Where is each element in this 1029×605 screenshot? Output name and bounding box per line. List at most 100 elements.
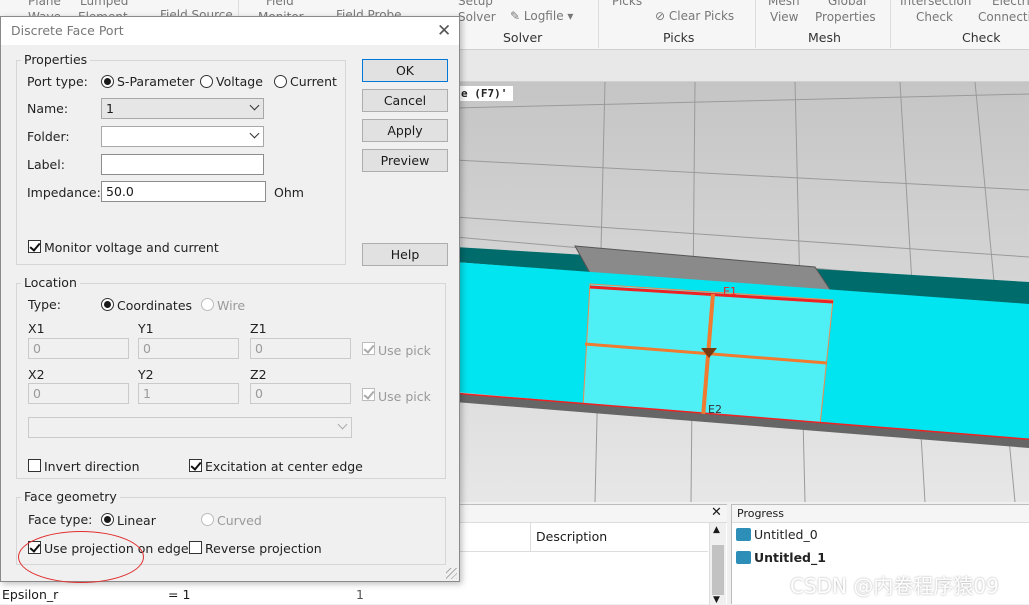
x1-label: X1 — [28, 321, 45, 336]
progress-titlebar: Progress — [732, 505, 1029, 523]
progress-title: Progress — [737, 507, 784, 520]
ribbon-view-label: View — [770, 10, 799, 24]
param-row-expression[interactable]: = 1 — [168, 587, 190, 602]
ribbon-field-monitor[interactable]: Field — [266, 0, 294, 8]
face-type-linear-label[interactable]: Linear — [117, 513, 156, 528]
label-input[interactable] — [101, 154, 264, 175]
ribbon-solver-label: Solver — [458, 10, 496, 24]
ribbon-setup-solver[interactable]: Setup — [458, 0, 493, 8]
reverse-projection-checkbox[interactable] — [189, 541, 202, 554]
port-type-sparameter-label[interactable]: S-Parameter — [117, 74, 194, 89]
use-pick-2-checkbox[interactable] — [362, 388, 375, 401]
x2-input[interactable]: 0 — [28, 383, 129, 404]
port-type-voltage-radio[interactable] — [200, 75, 213, 88]
use-pick-1-checkbox[interactable] — [362, 342, 375, 355]
z2-input[interactable]: 0 — [250, 383, 351, 404]
viewport-hint: e (F7)' — [455, 86, 514, 101]
ribbon-logfile[interactable]: ✎ Logfile ▾ — [510, 9, 573, 23]
y2-input[interactable]: 1 — [138, 383, 239, 404]
ribbon-group-picks: Picks — [663, 30, 695, 45]
annotation-circle — [18, 531, 144, 583]
port-type-current-radio[interactable] — [274, 75, 287, 88]
invert-direction-label[interactable]: Invert direction — [44, 459, 140, 474]
folder-combobox[interactable] — [101, 126, 264, 147]
ribbon-plane-wave[interactable]: Plane — [28, 0, 61, 8]
edge-label-e2: E2 — [708, 403, 722, 416]
face-type-linear-radio[interactable] — [101, 513, 114, 526]
progress-item-active[interactable]: Untitled_1 — [736, 550, 826, 565]
use-pick-2-label: Use pick — [378, 389, 431, 404]
param-row-value: 1 — [356, 587, 364, 602]
location-coordinates-radio[interactable] — [101, 298, 114, 311]
impedance-input[interactable]: 50.0 — [101, 181, 266, 202]
port-type-sparameter-radio[interactable] — [101, 75, 114, 88]
port-type-current-label[interactable]: Current — [290, 74, 337, 89]
description-column-header[interactable]: Description — [536, 529, 607, 544]
resize-grip-icon[interactable] — [446, 568, 457, 579]
chevron-down-icon — [249, 128, 260, 139]
ribbon-clear-picks[interactable]: ⊘ Clear Picks — [655, 9, 734, 23]
param-scrollbar[interactable]: ▲ ▼ — [709, 523, 726, 605]
logfile-icon: ✎ — [510, 9, 524, 23]
ribbon-mesh-view[interactable]: Mesh — [768, 0, 800, 8]
impedance-unit: Ohm — [274, 185, 304, 200]
label-label: Label: — [27, 157, 65, 172]
y1-label: Y1 — [138, 321, 154, 336]
dialog-title: Discrete Face Port — [11, 23, 124, 38]
ribbon-intersection-check[interactable]: Intersection — [900, 0, 971, 8]
scroll-thumb[interactable] — [712, 545, 724, 595]
location-wire-label: Wire — [217, 298, 246, 313]
monitor-voltage-checkbox[interactable] — [28, 240, 41, 253]
location-wire-radio[interactable] — [201, 298, 214, 311]
pick-list-combobox[interactable] — [28, 417, 352, 438]
face-geometry-group-title: Face geometry — [21, 489, 120, 504]
ribbon-connectivity-label: Connectivity — [978, 10, 1029, 24]
use-pick-1-label: Use pick — [378, 343, 431, 358]
monitor-voltage-label[interactable]: Monitor voltage and current — [44, 240, 219, 255]
param-row-name[interactable]: Epsilon_r — [2, 587, 58, 602]
clear-picks-icon: ⊘ — [655, 9, 669, 23]
face-type-curved-radio[interactable] — [201, 513, 214, 526]
location-coordinates-label[interactable]: Coordinates — [117, 298, 192, 313]
z1-label: Z1 — [250, 321, 267, 336]
port-type-voltage-label[interactable]: Voltage — [216, 74, 263, 89]
z1-input[interactable]: 0 — [250, 338, 351, 359]
preview-button[interactable]: Preview — [362, 149, 448, 172]
y1-input[interactable]: 0 — [138, 338, 239, 359]
location-group-title: Location — [21, 275, 80, 290]
apply-button[interactable]: Apply — [362, 119, 448, 142]
dialog-titlebar[interactable]: Discrete Face Port ✕ — [1, 17, 459, 45]
progress-item[interactable]: Untitled_0 — [736, 527, 818, 542]
ribbon-check-label: Check — [916, 10, 953, 24]
column-divider — [530, 523, 531, 551]
face-type-curved-label: Curved — [217, 513, 262, 528]
center-edge-label[interactable]: Excitation at center edge — [205, 459, 363, 474]
z2-label: Z2 — [250, 367, 267, 382]
discrete-face-port-dialog: Discrete Face Port ✕ Properties Port typ… — [0, 16, 460, 582]
ribbon-group-solver: Solver — [503, 30, 543, 45]
ribbon-lumped-element[interactable]: Lumped — [80, 0, 128, 8]
ok-button[interactable]: OK — [362, 59, 448, 82]
y2-label: Y2 — [138, 367, 154, 382]
3d-viewport[interactable]: E1 E2 e (F7)' — [455, 82, 1029, 502]
ribbon-global-properties[interactable]: Global — [828, 0, 866, 8]
close-icon[interactable]: ✕ — [437, 21, 451, 41]
help-button[interactable]: Help — [362, 243, 448, 266]
invert-direction-checkbox[interactable] — [28, 459, 41, 472]
cancel-button[interactable]: Cancel — [362, 89, 448, 112]
param-close-icon[interactable]: ✕ — [711, 505, 722, 520]
ribbon-electric-connectivity[interactable]: Electric — [992, 0, 1029, 8]
scroll-up-icon[interactable]: ▲ — [713, 525, 720, 535]
ribbon-divider — [890, 0, 891, 48]
center-edge-checkbox[interactable] — [189, 459, 202, 472]
ribbon-properties-label: Properties — [815, 10, 876, 24]
properties-group-title: Properties — [21, 52, 91, 67]
ribbon-picks[interactable]: Picks — [612, 0, 642, 8]
x2-label: X2 — [28, 367, 45, 382]
project-icon — [736, 551, 751, 564]
reverse-projection-label[interactable]: Reverse projection — [205, 541, 322, 556]
x1-input[interactable]: 0 — [28, 338, 129, 359]
name-combobox[interactable]: 1 — [101, 98, 264, 119]
port-type-label: Port type: — [27, 74, 88, 89]
chevron-down-icon — [249, 100, 260, 111]
